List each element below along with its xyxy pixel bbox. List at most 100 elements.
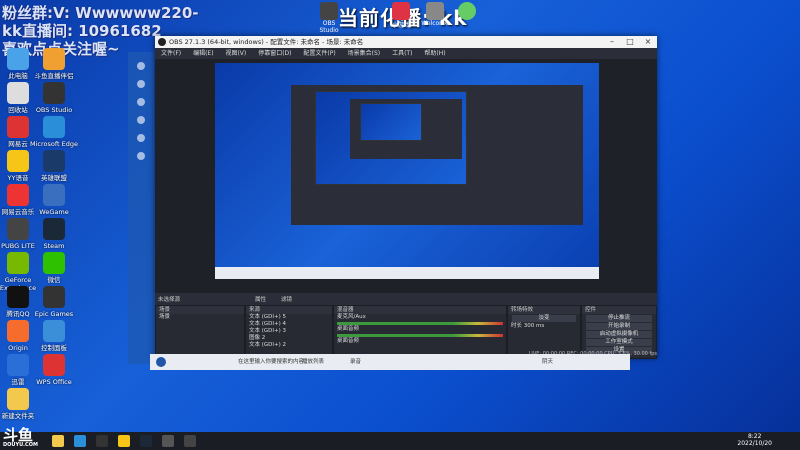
desktop-icon[interactable]: OBS Studio (30, 82, 78, 114)
source-toolbar: 未选择源 属性 滤镜 (158, 295, 293, 305)
obs-taskbar-icon[interactable] (96, 435, 108, 447)
desktop-icon[interactable]: WPS Office (30, 354, 78, 386)
mixer-channel-name: 桌面音频 (337, 338, 360, 344)
weather-text: 阴天 (542, 359, 554, 365)
top-icon-game[interactable]: 小游戏 (386, 2, 416, 29)
duration-input[interactable]: 300 ms (524, 323, 544, 329)
source-item[interactable]: 文本 (GDI+) 2 (246, 342, 332, 349)
studio-mode-button[interactable]: 工作室模式 (586, 339, 652, 346)
start-icon[interactable] (156, 357, 166, 367)
top-icon-green[interactable] (452, 2, 482, 20)
menu-profile[interactable]: 配置文件(P) (303, 50, 335, 57)
maximize-icon[interactable]: □ (621, 36, 639, 48)
menu-edit[interactable]: 编辑(E) (193, 50, 213, 57)
source-item[interactable]: 图像 2 (246, 335, 332, 342)
source-item[interactable]: 文本 (GDI+) 4 (246, 321, 332, 328)
source-item[interactable]: 文本 (GDI+) 5 (246, 314, 332, 321)
mixer-meter[interactable] (337, 334, 503, 337)
heart-icon[interactable] (137, 134, 145, 142)
app-icon (7, 252, 29, 274)
app-icon[interactable] (162, 435, 174, 447)
side-panel (128, 52, 154, 364)
app-icon (7, 354, 29, 376)
mixer-meter[interactable] (337, 322, 503, 325)
mixer-channel-name: 麦克风/Aux (337, 314, 366, 320)
desktop-icon[interactable]: Steam (30, 218, 78, 250)
app-icon (43, 82, 65, 104)
top-icon-welcome[interactable]: Welcome (420, 2, 450, 27)
app-icon (43, 354, 65, 376)
settings-icon[interactable] (137, 152, 145, 160)
yy-icon[interactable] (118, 435, 130, 447)
inner-app2[interactable]: 录音 (350, 354, 361, 370)
desktop-icon[interactable]: 微信 (30, 252, 78, 284)
app-icon[interactable] (184, 435, 196, 447)
inner-taskbar: 在这里输入你要搜索的内容 播放列表 录音 阴天 (150, 354, 630, 370)
menu-file[interactable]: 文件(F) (161, 50, 181, 57)
app-icon (7, 320, 29, 342)
app-icon (7, 150, 29, 172)
mixer-channel-name: 桌面音频 (337, 326, 360, 332)
stop-stream-button[interactable]: 停止推流 (586, 315, 652, 322)
app-icon (43, 252, 65, 274)
virtual-cam-button[interactable]: 启动虚拟摄像机 (586, 331, 652, 338)
music-icon[interactable] (137, 98, 145, 106)
close-icon[interactable]: × (639, 36, 657, 48)
app-icon (7, 82, 29, 104)
obs-title: OBS 27.1.3 (64-bit, windows) - 配置文件: 未命名… (169, 38, 364, 46)
desktop-icon[interactable]: 英雄联盟 (30, 150, 78, 182)
nested-taskbar (215, 267, 599, 279)
top-icon-obs[interactable]: OBS Studio (314, 2, 344, 34)
obs-docks: 未选择源 属性 滤镜 场景 场景 来源 文本 (GDI+) 5 文本 (GDI+… (155, 295, 657, 359)
source-item[interactable]: 文本 (GDI+) 3 (246, 328, 332, 335)
obs-icon (320, 2, 338, 20)
app-icon (43, 150, 65, 172)
app-icon (7, 218, 29, 240)
desktop-icon[interactable]: Microsoft Edge (30, 116, 78, 148)
desktop-icon[interactable]: 新建文件夹 (0, 388, 42, 420)
edge-icon[interactable] (74, 435, 86, 447)
desktop-icon[interactable]: 控制面板 (30, 320, 78, 352)
obs-preview[interactable] (155, 59, 657, 293)
app-icon (43, 116, 65, 138)
app-icon (43, 48, 65, 70)
menu-icon[interactable] (137, 62, 145, 70)
menu-tools[interactable]: 工具(T) (392, 50, 412, 57)
steam-icon[interactable] (140, 435, 152, 447)
clock[interactable]: 8:22 2022/10/20 (737, 433, 772, 447)
game-icon (392, 2, 410, 20)
obs-titlebar[interactable]: OBS 27.1.3 (64-bit, windows) - 配置文件: 未命名… (155, 36, 657, 48)
douyu-logo: 斗鱼 DOUYU.COM (3, 426, 38, 448)
obs-logo-icon (158, 38, 166, 46)
app-icon (7, 48, 29, 70)
desktop-icon[interactable]: 斗鱼直播伴侣 (30, 48, 78, 80)
start-record-button[interactable]: 开始录制 (586, 323, 652, 330)
app-icon (43, 184, 65, 206)
app-icon (7, 388, 29, 410)
transition-select[interactable]: 淡变 (512, 315, 576, 322)
app-icon (43, 218, 65, 240)
circle-icon (458, 2, 476, 20)
info-icon[interactable] (137, 116, 145, 124)
menu-help[interactable]: 帮助(H) (424, 50, 445, 57)
filters-button[interactable]: 滤镜 (281, 295, 292, 305)
obs-window: OBS 27.1.3 (64-bit, windows) - 配置文件: 未命名… (155, 36, 657, 359)
folder-icon[interactable] (52, 435, 64, 447)
inner-app[interactable]: 播放列表 (302, 354, 324, 370)
properties-button[interactable]: 属性 (255, 295, 266, 305)
desktop-icon[interactable]: WeGame (30, 184, 78, 216)
app-icon (7, 286, 29, 308)
menu-scene-collection[interactable]: 场景集合(S) (348, 50, 381, 57)
inner-search-box[interactable]: 在这里输入你要搜索的内容 (238, 354, 304, 370)
home-icon[interactable] (137, 80, 145, 88)
app-icon (43, 286, 65, 308)
nested-desktop-2 (360, 103, 422, 141)
scene-item[interactable]: 场景 (156, 314, 244, 321)
desktop-icon[interactable]: Epic Games (30, 286, 78, 318)
welcome-icon (426, 2, 444, 20)
minimize-icon[interactable]: – (603, 36, 621, 48)
menu-view[interactable]: 视图(V) (225, 50, 246, 57)
preview-canvas (215, 63, 599, 279)
app-icon (7, 116, 29, 138)
menu-docks[interactable]: 停靠窗口(D) (258, 50, 291, 57)
